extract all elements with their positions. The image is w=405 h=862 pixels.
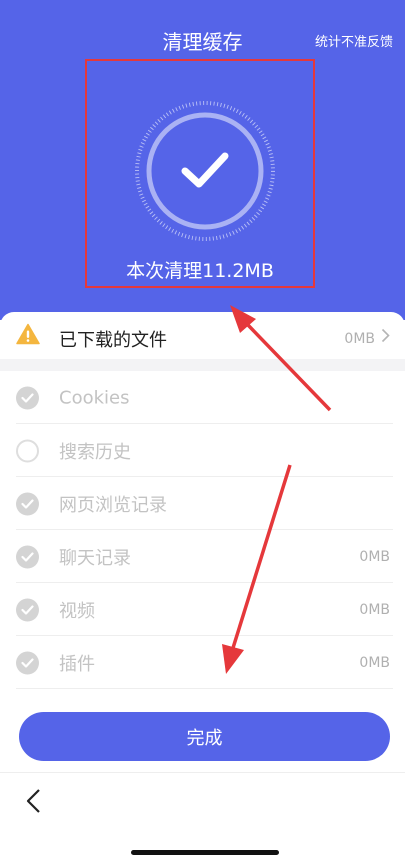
checked-circle-icon[interactable]	[16, 545, 39, 568]
cache-item-label: 插件	[59, 653, 95, 675]
cache-item-label: Cookies	[59, 387, 130, 408]
cache-item-label: 视频	[59, 600, 95, 622]
highlight-box	[85, 59, 315, 288]
cache-item-row[interactable]: 视频 0MB	[0, 583, 405, 636]
feedback-link[interactable]: 统计不准反馈	[315, 31, 393, 50]
cache-item-row[interactable]: 聊天记录 0MB	[0, 530, 405, 583]
downloaded-files-row[interactable]: 已下载的文件 0MB	[0, 312, 405, 365]
checked-circle-icon[interactable]	[16, 651, 39, 674]
home-indicator	[131, 850, 279, 855]
row-divider	[16, 688, 393, 689]
cache-item-row[interactable]: 插件 0MB	[0, 636, 405, 689]
cache-item-size: 0MB	[359, 654, 390, 671]
cache-item-label: 网页浏览记录	[59, 494, 167, 516]
checked-circle-icon[interactable]	[16, 386, 39, 409]
cache-list-panel: 已下载的文件 0MB Cookies 搜索历史网页浏览记录 聊天记录 0MB 视频 0MB…	[0, 312, 405, 862]
toolbar-divider	[0, 772, 405, 773]
back-arrow-icon[interactable]	[25, 788, 43, 814]
unchecked-circle-icon[interactable]	[16, 439, 39, 462]
downloaded-files-label: 已下载的文件	[59, 329, 167, 351]
cache-item-row[interactable]: 网页浏览记录	[0, 477, 405, 530]
cache-item-label: 搜索历史	[59, 441, 131, 463]
cache-item-label: 聊天记录	[59, 547, 131, 569]
header: 清理缓存 统计不准反馈 本次清理11.2MB	[0, 0, 405, 320]
cache-item-size: 0MB	[359, 548, 390, 565]
section-divider	[0, 359, 405, 371]
warning-icon	[16, 323, 40, 345]
checked-circle-icon[interactable]	[16, 598, 39, 621]
downloaded-files-size: 0MB	[344, 330, 375, 347]
done-button[interactable]: 完成	[19, 712, 390, 761]
checked-circle-icon[interactable]	[16, 492, 39, 515]
cache-item-row[interactable]: 搜索历史	[0, 424, 405, 477]
cache-item-row[interactable]: Cookies	[0, 371, 405, 424]
chevron-right-icon	[381, 328, 390, 343]
cache-item-size: 0MB	[359, 601, 390, 618]
